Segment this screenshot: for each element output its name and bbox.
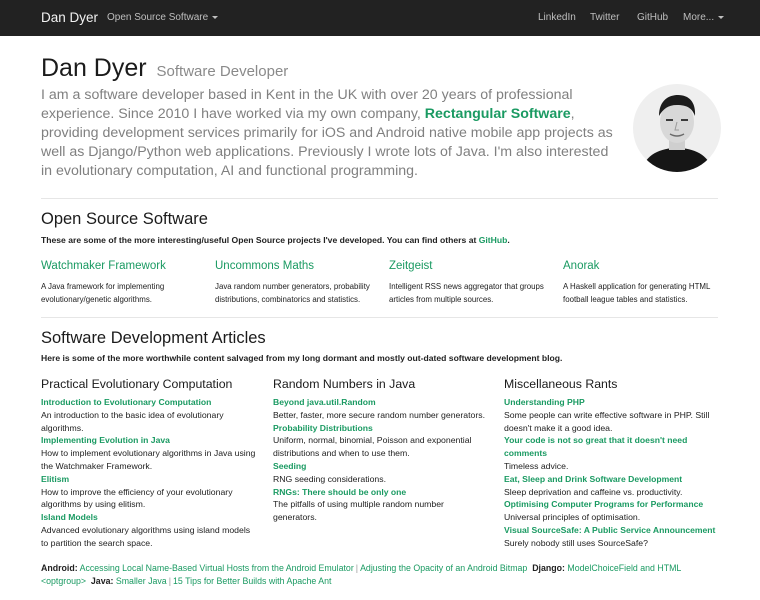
more-dropdown-label: More... [683,12,715,23]
caret-down-icon [718,15,725,19]
article-link[interactable]: Optimising Computer Programs for Perform… [504,498,719,511]
caret-down-icon [212,15,219,19]
article-column: Practical Evolutionary Computation Intro… [41,377,256,550]
author-name: Dan Dyer [41,54,147,82]
android-link[interactable]: Accessing Local Name-Based Virtual Hosts… [80,563,354,573]
article-link[interactable]: Implementing Evolution in Java [41,434,256,447]
more-dropdown[interactable]: More... [683,0,725,36]
divider [41,198,718,199]
article-desc: Universal principles of optimisation. [504,512,641,523]
article-link[interactable]: Seeding [273,460,488,473]
brand-link[interactable]: Dan Dyer [41,0,98,36]
article-desc: Timeless advice. [504,460,569,471]
project-desc: A Java framework for implementing evolut… [41,282,165,304]
article-link[interactable]: Beyond java.util.Random [273,396,488,409]
article-desc: Uniform, normal, binomial, Poisson and e… [273,435,472,459]
column-title: Random Numbers in Java [273,377,416,391]
separator: | [355,563,359,573]
django-label: Django: [532,563,565,573]
divider [41,317,718,318]
github-link[interactable]: GitHub [637,0,668,36]
articles-heading: Software Development Articles [41,329,266,347]
article-desc: An introduction to the basic idea of evo… [41,409,224,433]
project-link[interactable]: Anorak [563,260,723,272]
oss-heading: Open Source Software [41,210,208,228]
oss-lead-text: . [507,235,510,245]
open-source-dropdown-label: Open Source Software [107,12,209,23]
twitter-link[interactable]: Twitter [590,0,619,36]
android-link[interactable]: Adjusting the Opacity of an Android Bitm… [360,563,527,573]
article-desc: Advanced evolutionary algorithms using i… [41,524,251,548]
article-link[interactable]: Introduction to Evolutionary Computation [41,396,256,409]
java-link[interactable]: 15 Tips for Better Builds with Apache An… [173,576,331,586]
oss-lead-text: These are some of the more interesting/u… [41,235,479,245]
project-card: Uncommons Maths Java random number gener… [215,260,375,306]
open-source-dropdown[interactable]: Open Source Software [107,0,219,36]
article-link[interactable]: Elitism [41,473,256,486]
article-desc: Sleep deprivation and caffeine vs. produ… [504,486,683,497]
article-link[interactable]: Visual SourceSafe: A Public Service Anno… [504,524,719,537]
articles-lead: Here is some of the more worthwhile cont… [41,353,563,363]
author-subtitle: Software Developer [156,63,289,80]
article-desc: Some people can write effective software… [504,409,710,433]
company-link[interactable]: Rectangular Software [425,106,571,122]
column-title: Practical Evolutionary Computation [41,377,233,391]
avatar [633,84,721,172]
article-desc: RNG seeding considerations. [273,473,386,484]
article-desc: Surely nobody still uses SourceSafe? [504,537,648,548]
project-desc: Java random number generators, probabili… [215,282,370,304]
article-desc: The pitfalls of using multiple random nu… [273,499,444,523]
article-link[interactable]: Your code is not so great that it doesn'… [504,434,719,460]
intro-paragraph: I am a software developer based in Kent … [41,86,621,181]
project-card: Anorak A Haskell application for generat… [563,260,723,306]
article-column: Random Numbers in Java Beyond java.util.… [273,377,488,524]
project-card: Zeitgeist Intelligent RSS news aggregato… [389,260,549,306]
project-desc: A Haskell application for generating HTM… [563,282,711,304]
article-desc: How to implement evolutionary algorithms… [41,448,256,471]
android-label: Android: [41,563,78,573]
java-label: Java: [90,576,114,586]
github-inline-link[interactable]: GitHub [479,235,508,245]
article-column: Miscellaneous Rants Understanding PHP So… [504,377,719,550]
project-link[interactable]: Zeitgeist [389,260,549,272]
article-desc: How to improve the efficiency of your ev… [41,486,233,510]
top-navbar: Dan Dyer Open Source Software LinkedIn T… [0,0,760,36]
article-link[interactable]: Eat, Sleep and Drink Software Developmen… [504,473,719,486]
project-card: Watchmaker Framework A Java framework fo… [41,260,201,306]
topic-links: Android: Accessing Local Name-Based Virt… [41,562,721,588]
article-desc: Better, faster, more secure random numbe… [273,409,485,420]
linkedin-link[interactable]: LinkedIn [538,0,576,36]
column-title: Miscellaneous Rants [504,377,618,391]
project-link[interactable]: Uncommons Maths [215,260,375,272]
oss-lead: These are some of the more interesting/u… [41,235,510,245]
project-link[interactable]: Watchmaker Framework [41,260,201,272]
article-link[interactable]: Understanding PHP [504,396,719,409]
article-link[interactable]: Island Models [41,511,256,524]
article-link[interactable]: RNGs: There should be only one [273,486,488,499]
article-link[interactable]: Probability Distributions [273,422,488,435]
separator: | [168,576,172,586]
project-desc: Intelligent RSS news aggregator that gro… [389,282,544,304]
page-title: Dan Dyer Software Developer [41,54,288,83]
java-link[interactable]: Smaller Java [116,576,167,586]
